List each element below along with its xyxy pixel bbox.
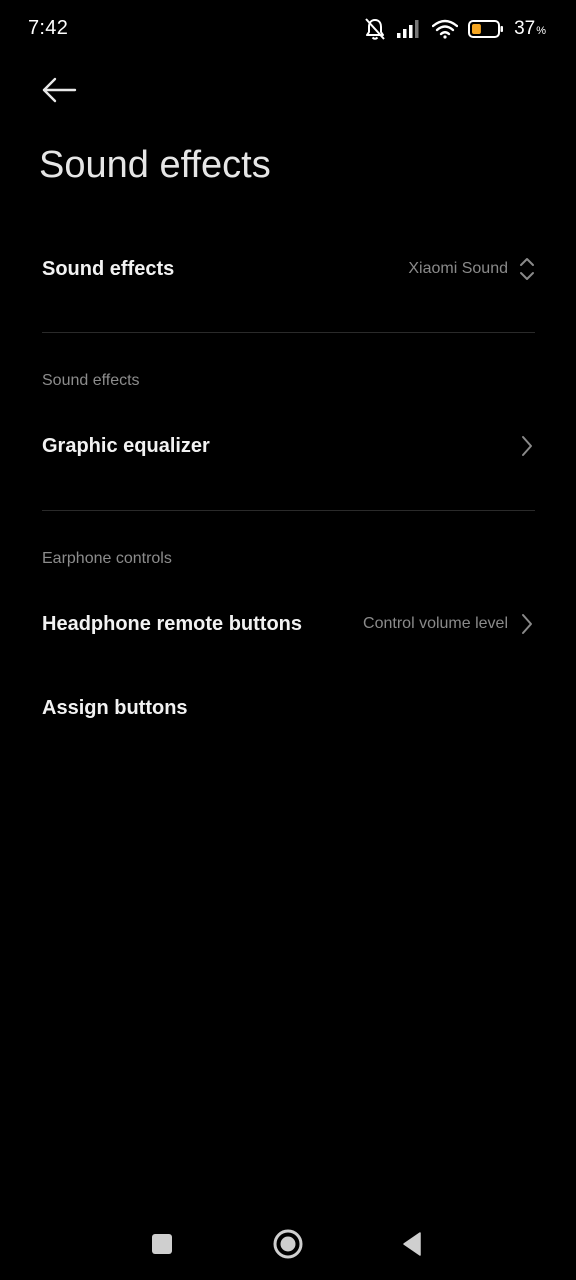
back-button[interactable] xyxy=(36,72,82,112)
wifi-icon xyxy=(432,19,459,39)
signal-icon xyxy=(396,19,422,39)
battery-icon xyxy=(468,19,504,39)
headphone-remote-buttons-row[interactable]: Headphone remote buttons Control volume … xyxy=(0,588,576,660)
bell-off-icon xyxy=(364,17,386,41)
battery-percent-sign: % xyxy=(536,25,546,37)
battery-percent-value: 37 xyxy=(514,18,536,39)
status-icons: 37% xyxy=(364,16,546,42)
section-header-sound-effects: Sound effects xyxy=(42,372,140,389)
back-triangle-icon xyxy=(400,1231,424,1262)
divider xyxy=(42,510,535,511)
graphic-equalizer-title: Graphic equalizer xyxy=(42,434,210,457)
back-nav-button[interactable] xyxy=(394,1228,430,1264)
divider xyxy=(42,332,535,333)
headphone-remote-buttons-title: Headphone remote buttons xyxy=(42,612,303,635)
sound-effects-row[interactable]: Sound effects Xiaomi Sound xyxy=(0,232,576,306)
sound-effects-title: Sound effects xyxy=(42,257,175,280)
home-button[interactable] xyxy=(270,1228,306,1264)
page-title: Sound effects xyxy=(39,144,271,186)
recents-button[interactable] xyxy=(144,1228,180,1264)
section-header-earphone-controls: Earphone controls xyxy=(42,550,172,567)
recents-square-icon xyxy=(150,1232,174,1261)
up-down-chevron-icon xyxy=(518,256,536,282)
navigation-bar xyxy=(0,1212,576,1280)
assign-buttons-row[interactable]: Assign buttons xyxy=(0,672,576,744)
status-bar: 7:42 37 % xyxy=(0,0,576,58)
sound-effects-value: Xiaomi Sound xyxy=(408,260,508,277)
chevron-right-icon xyxy=(518,433,536,459)
arrow-left-icon xyxy=(41,77,77,108)
status-time: 7:42 xyxy=(28,17,69,39)
graphic-equalizer-row[interactable]: Graphic equalizer xyxy=(0,410,576,482)
home-circle-icon xyxy=(272,1228,304,1265)
battery-percent: 37% xyxy=(514,18,546,40)
headphone-remote-buttons-value: Control volume level xyxy=(363,615,508,632)
chevron-right-icon xyxy=(518,611,536,637)
assign-buttons-title: Assign buttons xyxy=(42,696,188,719)
